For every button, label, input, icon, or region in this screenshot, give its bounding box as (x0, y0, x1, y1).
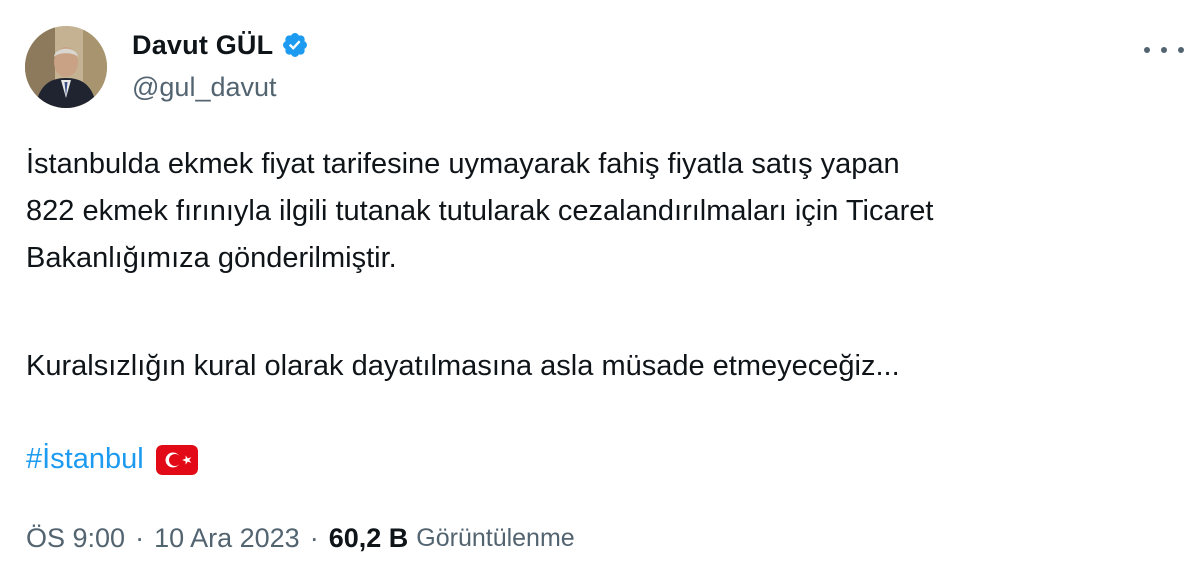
tweet-line: İstanbulda ekmek fiyat tarifesine uymaya… (26, 148, 900, 180)
avatar[interactable] (25, 26, 107, 108)
author-name-row: Davut GÜL (132, 26, 309, 64)
tweet-paragraph-1: İstanbulda ekmek fiyat tarifesine uymaya… (26, 141, 933, 282)
tweet-card: Davut GÜL @gul_davut İstanbulda ekmek fi… (0, 0, 1200, 564)
views-label[interactable]: Görüntülenme (416, 524, 574, 553)
tweet-meta: ÖS 9:00 · 10 Ara 2023 · 60,2 B Görüntüle… (26, 516, 575, 560)
more-dot (1178, 47, 1184, 53)
tweet-date[interactable]: 10 Ara 2023 (154, 523, 300, 554)
turkey-flag-icon (155, 444, 198, 475)
avatar-photo (25, 26, 107, 108)
tweet-line: 822 ekmek fırınıyla ilgili tutanak tutul… (26, 195, 934, 227)
verified-badge-icon[interactable] (281, 31, 309, 59)
tweet-line: Bakanlığımıza gönderilmiştir. (26, 242, 397, 274)
more-dot (1144, 47, 1150, 53)
meta-separator: · (309, 522, 319, 553)
meta-separator: · (135, 522, 145, 553)
more-dot (1161, 47, 1167, 53)
tweet-time[interactable]: ÖS 9:00 (26, 523, 125, 554)
more-options-icon[interactable] (1144, 36, 1184, 64)
views-count[interactable]: 60,2 B (329, 523, 409, 554)
author-handle[interactable]: @gul_davut (132, 72, 277, 103)
hashtag-link[interactable]: #İstanbul (26, 443, 144, 476)
tweet-paragraph-2: Kuralsızlığın kural olarak dayatılmasına… (26, 350, 900, 382)
hashtag-row: #İstanbul (26, 436, 198, 483)
author-display-name[interactable]: Davut GÜL (132, 30, 273, 61)
